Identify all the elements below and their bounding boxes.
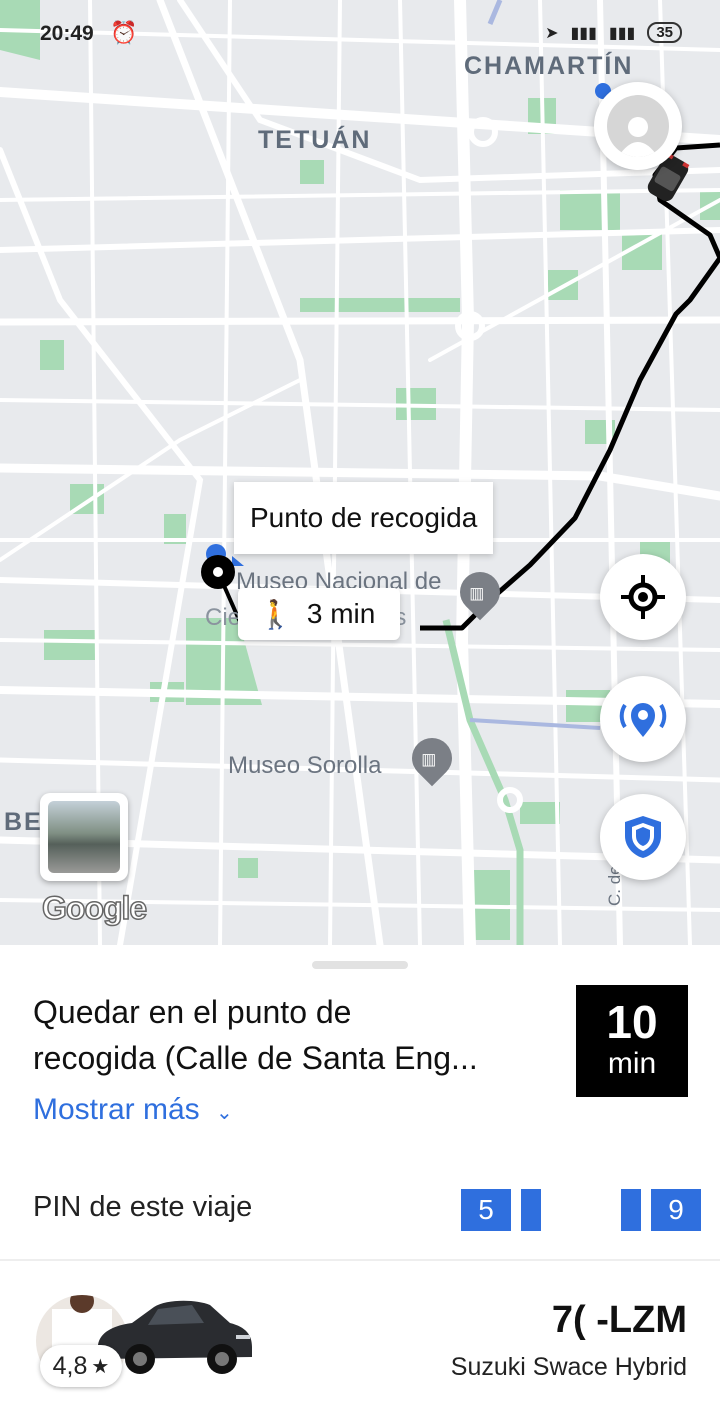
sheet-drag-handle[interactable] [312, 961, 408, 969]
poi-museo-sorolla-label: Museo Sorolla [228, 752, 382, 779]
walk-time: 3 min [306, 598, 376, 629]
pin-digit: 9 [651, 1189, 701, 1231]
crosshair-icon [621, 575, 665, 619]
pin-digit [621, 1189, 641, 1231]
eta-unit: min [607, 1047, 657, 1080]
eta-value: 10 [606, 996, 658, 1048]
show-more-button[interactable]: Mostrar más ⌄ [33, 1093, 233, 1127]
status-time: 20:49 [40, 22, 94, 45]
shield-icon [625, 816, 661, 858]
profile-button[interactable] [594, 82, 682, 170]
star-icon: ★ [91, 1355, 110, 1378]
map-label-chamartin: CHAMARTÍN [464, 52, 634, 80]
eta-badge: 10 min [576, 985, 688, 1097]
pin-label: PIN de este viaje [33, 1191, 253, 1223]
walking-icon: 🚶 [258, 598, 293, 630]
status-bar: 20:49 ⏰ ➤ ▮▮▮ ▮▮▮ 35 [0, 18, 720, 54]
trip-status-line2: recogida (Calle de Santa Eng... [33, 1040, 478, 1076]
location-icon: ➤ [545, 24, 559, 42]
profile-avatar-icon [607, 95, 669, 157]
recenter-button[interactable] [600, 554, 686, 640]
divider [0, 1259, 720, 1261]
signal-4g-icon: ▮▮▮ [608, 24, 636, 42]
street-view-thumbnail[interactable] [40, 793, 128, 881]
map[interactable]: 20:49 ⏰ ➤ ▮▮▮ ▮▮▮ 35 CHAMARTÍN TETUÁN BE… [0, 0, 720, 945]
street-view-image [48, 801, 120, 873]
google-logo: Google [41, 889, 148, 927]
map-label-tetuan: TETUÁN [258, 126, 372, 154]
map-label-be: BE [4, 808, 43, 836]
walk-time-badge: 🚶 3 min [238, 588, 400, 640]
signal-icon: ▮▮▮ [570, 24, 597, 42]
alarm-icon: ⏰ [110, 20, 138, 45]
car-model: Suzuki Swace Hybrid [450, 1353, 687, 1381]
broadcast-location-icon [619, 703, 667, 737]
driver-rating: 4,8 ★ [40, 1345, 122, 1387]
status-icons: ➤ ▮▮▮ ▮▮▮ 35 [545, 22, 682, 43]
pin-digit: 5 [461, 1189, 511, 1231]
pickup-tooltip[interactable]: Punto de recogida [234, 482, 494, 554]
pin-digit [521, 1189, 541, 1231]
trip-sheet: Quedar en el punto de recogida (Calle de… [0, 945, 720, 1422]
license-plate: 7( -LZM [551, 1299, 687, 1341]
driver-rating-value: 4,8 [52, 1351, 88, 1380]
safety-button[interactable] [600, 794, 686, 880]
battery-icon: 35 [647, 22, 682, 43]
share-location-button[interactable] [600, 676, 686, 762]
show-more-label: Mostrar más [33, 1093, 200, 1126]
pin-code: 5 9 [451, 1189, 701, 1231]
trip-status-line1: Quedar en el punto de [33, 994, 352, 1030]
trip-status-title: Quedar en el punto de recogida (Calle de… [33, 989, 553, 1081]
chevron-down-icon: ⌄ [216, 1102, 233, 1124]
